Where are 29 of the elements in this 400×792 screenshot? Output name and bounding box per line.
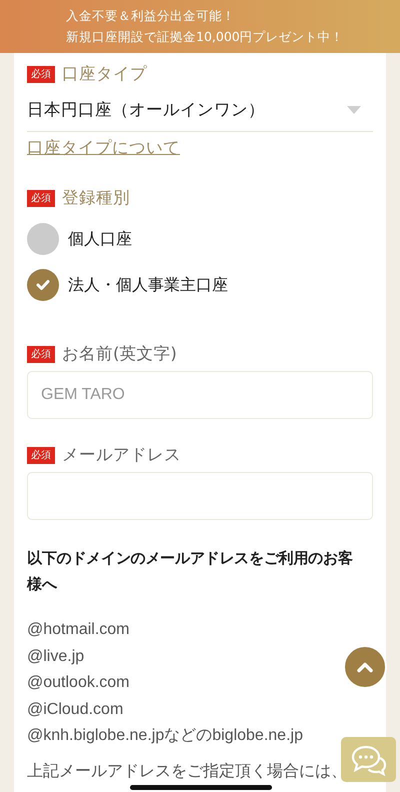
checked-radio[interactable] [27,269,59,301]
radio-label: 法人・個人事業主口座 [68,274,228,296]
domain-text: @iCloud.com [27,700,124,720]
radio-button[interactable] [27,223,59,255]
domain-text: @outlook.com [27,673,130,693]
promo-text: 入金不要＆利益分出金可能！ [66,7,236,25]
text-field[interactable] [27,472,373,520]
field-label: メールアドレス [62,444,181,466]
chat-icon [350,744,388,776]
caret-icon [347,106,361,114]
radio-label: 個人口座 [68,228,132,250]
field-label: 口座タイプ [62,63,147,85]
required-badge: 必須 [27,346,55,362]
notice-heading: 以下のドメインのメールアドレスをご利用のお客様へ [27,548,354,595]
notice-text: 上記メールアドレスをご指定頂く場合には、 [27,762,348,780]
promo-text: 新規口座開設で証拠金10,000円プレゼント中！ [66,28,345,46]
chat-button[interactable] [341,737,396,782]
required-badge: 必須 [27,66,55,82]
required-badge: 必須 [27,190,55,206]
domain-text: @hotmail.com [27,620,130,640]
text-field[interactable]: GEM TARO [27,371,373,419]
field-label: 登録種別 [62,187,130,209]
check-icon [36,279,50,291]
required-badge: 必須 [27,446,55,464]
chevron-up-icon [356,661,374,673]
domain-text: @knh.biglobe.ne.jpなどのbiglobe.ne.jp [27,726,303,746]
account-type-select[interactable]: 日本円口座（オールインワン） [27,91,373,132]
domain-text: @live.jp [27,646,84,666]
field-label: お名前(英文字) [62,343,177,365]
